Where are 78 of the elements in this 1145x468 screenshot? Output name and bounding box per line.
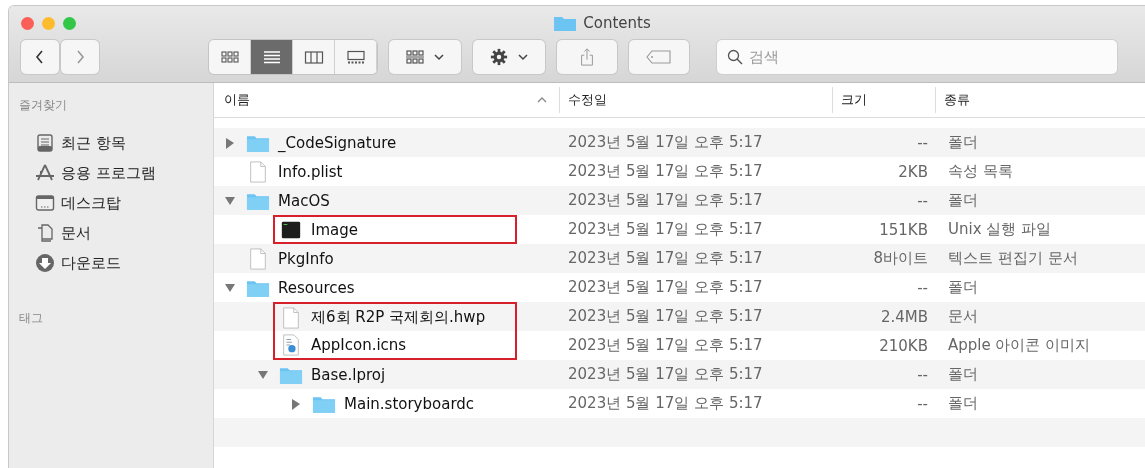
file-name[interactable]: _CodeSignature [278,133,397,152]
column-header[interactable]: 종류 [936,87,1145,113]
documents-icon [35,223,55,243]
group-button[interactable] [389,40,461,74]
date-cell-text: 2023년 5월 17일 오후 5:17 [567,364,764,385]
size-cell-text: 151KB [878,219,929,241]
size-cell-text: 8바이트 [872,248,929,269]
chevron-left-icon [34,49,46,65]
file-name[interactable]: Info.plist [278,162,343,181]
view-mode-button[interactable] [251,40,293,74]
disclosure-expanded-icon[interactable] [257,368,268,381]
download-icon [35,253,55,273]
disclosure-collapsed-icon[interactable] [290,397,301,410]
column-header[interactable]: 크기 [833,87,936,113]
file-name[interactable]: PkgInfo [278,249,334,268]
kind-cell-text: Unix 실행 파일 [947,219,1053,240]
gallery-view-icon [345,49,366,65]
kind-cell-text: 폴더 [947,393,979,414]
sidebar-item[interactable]: 최근 항목 [9,128,213,158]
sidebar-item[interactable]: 문서 [9,218,213,248]
sidebar-item[interactable]: 데스크탑 [9,188,213,218]
size-cell-text: 2KB [897,161,929,183]
kind-cell-text: 폴더 [947,190,979,211]
tag-icon [646,50,672,64]
sidebar-item[interactable]: 다운로드 [9,248,213,278]
kind-cell-text: 속성 목록 [947,161,1014,182]
date-cell-text: 2023년 5월 17일 오후 5:17 [567,277,764,298]
file-name[interactable]: MacOS [278,191,330,210]
date-cell-text: 2023년 5월 17일 오후 5:17 [567,393,764,414]
date-cell-text: 2023년 5월 17일 오후 5:17 [567,306,764,327]
date-cell-text: 2023년 5월 17일 오후 5:17 [567,161,764,182]
sidebar-heading: 즐겨찾기 [18,97,68,114]
close-button[interactable] [21,17,34,30]
file-name[interactable]: Resources [278,278,355,297]
desktop-icon [35,193,55,213]
action-button[interactable] [473,40,545,74]
app-store-icon [35,163,55,183]
disclosure-expanded-icon[interactable] [224,194,235,207]
size-cell-text: -- [916,132,929,154]
date-cell-text: 2023년 5월 17일 오후 5:17 [567,219,764,240]
size-cell-text: -- [916,364,929,386]
file-name[interactable]: Base.lproj [311,365,386,384]
date-cell-text: 2023년 5월 17일 오후 5:17 [567,132,764,153]
inbox-tray-icon [35,133,55,153]
column-header[interactable]: 이름 [214,87,560,113]
column-header[interactable]: 수정일 [560,87,833,113]
kind-cell-text: 텍스트 편집기 문서 [947,248,1079,269]
kind-cell-text: Apple 아이콘 이미지 [947,335,1092,356]
date-cell-text: 2023년 5월 17일 오후 5:17 [567,248,764,269]
disclosure-expanded-icon[interactable] [224,281,235,294]
sidebar-heading: 태그 [18,310,44,327]
view-mode-button[interactable] [335,40,377,74]
kind-cell-text: 폴더 [947,277,979,298]
search-field[interactable]: 검색 [717,40,1117,74]
kind-cell-text: 폴더 [947,132,979,153]
kind-cell-text: 문서 [947,306,979,327]
size-cell-text: 2.4MB [879,306,929,328]
file-name[interactable]: Main.storyboardc [344,394,475,413]
size-cell-text: -- [916,277,929,299]
view-mode-button[interactable] [293,40,335,74]
disclosure-collapsed-icon[interactable] [224,136,235,149]
grid-view-icon [219,49,240,65]
size-cell-text: 210KB [878,335,929,357]
list-view-icon [261,49,282,65]
size-cell-text: -- [916,393,929,415]
date-cell-text: 2023년 5월 17일 오후 5:17 [567,190,764,211]
chevron-right-icon [74,49,86,65]
file-name[interactable]: Image [311,220,358,239]
sidebar-item[interactable]: 응용 프로그램 [9,158,213,188]
window-title: Contents [583,13,651,32]
columns-view-icon [303,49,324,65]
caret-icon [433,53,445,61]
kind-cell-text: 폴더 [947,364,979,385]
gear-icon [489,48,509,66]
caret-icon [517,53,529,61]
size-cell-text: -- [916,190,929,212]
group-grid-icon [405,48,425,66]
date-cell-text: 2023년 5월 17일 오후 5:17 [567,335,764,356]
